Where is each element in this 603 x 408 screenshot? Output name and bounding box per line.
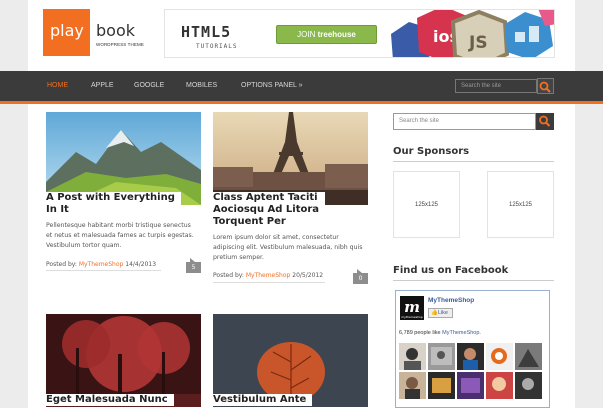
post-title[interactable]: Eget Malesuada Nunc: [46, 394, 174, 406]
nav-item-apple[interactable]: APPLE: [91, 82, 114, 89]
nav-search-button[interactable]: [537, 78, 554, 94]
fan-avatar[interactable]: [428, 372, 455, 399]
post-author-link[interactable]: MyThemeShop: [246, 272, 291, 279]
post-title-line: Torquent Per: [213, 216, 286, 227]
like-count-page-link[interactable]: MyThemeShop.: [442, 330, 481, 336]
like-count-text: 6,789 people like: [399, 330, 441, 336]
posted-by-label: Posted by:: [213, 272, 244, 279]
header-banner-ad[interactable]: HTML5 TUTORIALS JOIN treehouse ios JS: [164, 9, 555, 58]
nav-search-input[interactable]: Search the site: [455, 79, 537, 93]
post-title-line: Class Aptent Taciti: [213, 192, 318, 203]
widget-divider: [393, 161, 554, 162]
post-title-line: A Post with Everything: [46, 192, 175, 203]
sponsor-ad-slot[interactable]: 125x125: [393, 171, 460, 238]
comment-count-badge[interactable]: 0: [353, 269, 368, 284]
facebook-page-logo-sub: mythemeshop: [401, 315, 423, 319]
post-meta: Posted by: MyThemeShop 20/5/2012: [213, 272, 323, 279]
post-title-line: In It: [46, 204, 69, 215]
fan-avatar[interactable]: [486, 372, 513, 399]
fan-avatar[interactable]: [399, 343, 426, 370]
fan-avatar[interactable]: [515, 343, 542, 370]
nav-accent-stripe: [0, 101, 603, 104]
fan-avatar[interactable]: [399, 372, 426, 399]
post-date: 14/4/2013: [125, 261, 157, 268]
sidebar-search-input[interactable]: Search the site: [393, 113, 536, 130]
badge-illustration: ios JS: [391, 10, 554, 57]
excerpt-line: Lorem ipsum dolor sit amet, consectetur: [213, 234, 339, 241]
sponsors-widget-title: Our Sponsors: [393, 146, 470, 157]
post-meta: Posted by: MyThemeShop 14/4/2013: [46, 261, 156, 268]
fan-avatar[interactable]: [486, 343, 513, 370]
search-icon: [539, 115, 551, 127]
like-label: Like: [437, 310, 448, 316]
fan-avatar[interactable]: [457, 343, 484, 370]
meta-divider: [213, 282, 325, 283]
banner-title: HTML5: [181, 23, 232, 41]
post-title[interactable]: Class Aptent Taciti Aociosqu Ad Litora T…: [213, 192, 326, 228]
fan-avatar[interactable]: [428, 343, 455, 370]
facebook-page-name[interactable]: MyThemeShop: [428, 297, 474, 304]
excerpt-line: Vestibulum tortor quam.: [46, 242, 122, 249]
nav-item-options-panel[interactable]: OPTIONS PANEL »: [241, 82, 302, 89]
excerpt-line: pretium semper.: [213, 254, 264, 261]
facebook-widget-title: Find us on Facebook: [393, 265, 509, 276]
post-excerpt: Lorem ipsum dolor sit amet, consectetur …: [213, 233, 368, 263]
meta-divider: [46, 270, 161, 271]
logo-book-text: book: [96, 21, 135, 40]
nav-item-google[interactable]: GOOGLE: [134, 82, 164, 89]
logo-play-text: play: [50, 21, 84, 40]
facebook-like-button[interactable]: 👍Like: [428, 308, 453, 318]
badge-js-text: JS: [468, 33, 488, 53]
thumbs-up-icon: 👍: [431, 310, 438, 316]
posted-by-label: Posted by:: [46, 261, 77, 268]
post-excerpt: Pellentesque habitant morbi tristique se…: [46, 221, 201, 251]
logo-subtitle: WORDPRESS THEME: [96, 42, 144, 47]
banner-button-brand: treehouse: [317, 30, 356, 39]
excerpt-line: Pellentesque habitant morbi tristique se…: [46, 222, 191, 229]
post-title-line: Aociosqu Ad Litora: [213, 204, 320, 215]
banner-button-prefix: JOIN: [297, 30, 316, 39]
search-icon: [539, 81, 551, 93]
comment-count-badge[interactable]: 5: [186, 258, 201, 273]
fan-avatar[interactable]: [457, 372, 484, 399]
facebook-like-count: 6,789 people like MyThemeShop.: [399, 330, 481, 336]
nav-item-mobiles[interactable]: MOBILES: [186, 82, 217, 89]
post-date: 20/5/2012: [292, 272, 324, 279]
join-treehouse-button[interactable]: JOIN treehouse: [276, 25, 377, 44]
sponsor-ad-slot[interactable]: 125x125: [487, 171, 554, 238]
excerpt-line: et netus et malesuada fames ac turpis eg…: [46, 232, 194, 239]
post-author-link[interactable]: MyThemeShop: [79, 261, 124, 268]
nav-item-home[interactable]: HOME: [47, 82, 68, 89]
post-title[interactable]: Vestibulum Ante: [213, 394, 313, 406]
banner-subtitle: TUTORIALS: [196, 43, 238, 50]
widget-divider: [393, 280, 554, 281]
post-title[interactable]: A Post with Everything In It: [46, 192, 181, 216]
sidebar-search-button[interactable]: [536, 113, 554, 130]
fan-avatar[interactable]: [515, 372, 542, 399]
excerpt-line: adipiscing elit. Vestibulum malesuada, n…: [213, 244, 363, 251]
